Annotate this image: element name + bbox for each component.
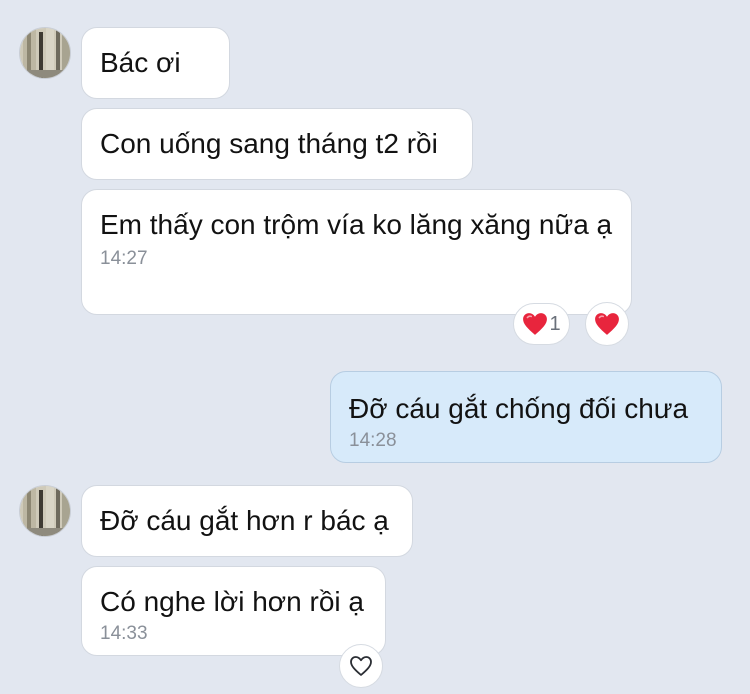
contact-avatar[interactable] <box>19 27 71 79</box>
quick-reaction-button[interactable] <box>585 302 629 346</box>
heart-icon <box>595 313 619 335</box>
message-text: Đỡ cáu gắt chống đối chưa <box>349 393 689 424</box>
message-timestamp: 14:27 <box>100 248 148 269</box>
heart-icon <box>523 313 548 335</box>
message-text: Con uống sang tháng t2 rồi <box>100 128 438 159</box>
react-button[interactable] <box>339 644 383 688</box>
message-timestamp: 14:33 <box>100 623 148 644</box>
contact-avatar[interactable] <box>19 485 71 537</box>
message-timestamp: 14:28 <box>349 430 397 451</box>
reaction-count: 1 <box>549 312 561 335</box>
message-text: Đỡ cáu gắt hơn r bác ạ <box>100 505 389 536</box>
message-text: Em thấy con trộm vía ko lăng xăng nữa ạ <box>100 209 613 240</box>
message-text: Có nghe lời hơn rồi ạ <box>100 586 364 617</box>
message-bubble[interactable]: Đỡ cáu gắt hơn r bác ạ <box>81 485 413 557</box>
message-bubble[interactable]: Có nghe lời hơn rồi ạ 14:33 <box>81 566 386 656</box>
reaction-summary[interactable]: 1 <box>513 303 570 345</box>
heart-outline-icon <box>350 656 372 676</box>
message-text: Bác ơi <box>100 47 181 78</box>
message-bubble[interactable]: Đỡ cáu gắt chống đối chưa 14:28 <box>330 371 722 463</box>
message-bubble[interactable]: Em thấy con trộm vía ko lăng xăng nữa ạ … <box>81 189 632 315</box>
avatar-photo <box>20 28 70 78</box>
message-bubble[interactable]: Con uống sang tháng t2 rồi <box>81 108 473 180</box>
message-bubble[interactable]: Bác ơi <box>81 27 230 99</box>
avatar-photo <box>20 486 70 536</box>
